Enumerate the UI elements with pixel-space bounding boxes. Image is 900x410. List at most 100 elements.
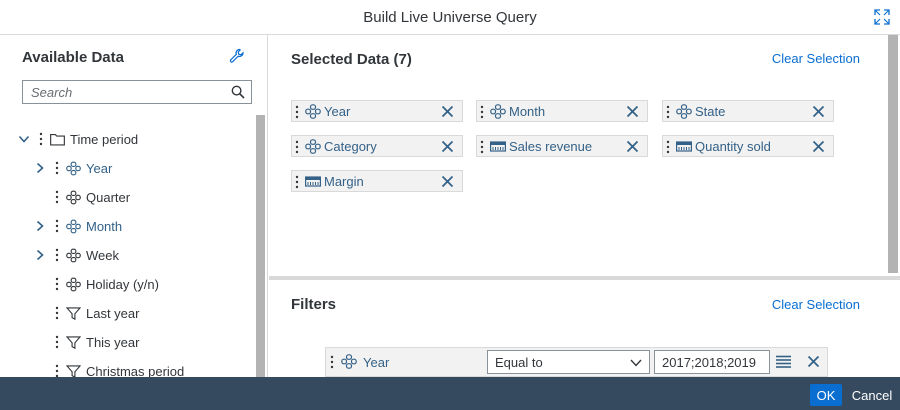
- filters-title: Filters: [291, 296, 337, 313]
- operator-value: Equal to: [495, 355, 543, 370]
- measure-icon: [305, 176, 321, 187]
- dimension-icon: [305, 139, 321, 154]
- tree-item-label: Holiday (y/n): [86, 277, 159, 292]
- drag-handle-icon[interactable]: [480, 105, 484, 119]
- dialog-title: Build Live Universe Query: [363, 8, 537, 26]
- clear-filters-link[interactable]: Clear Selection: [772, 297, 860, 312]
- available-data-panel: Available Data Time period Year Quarter Mon…: [0, 35, 268, 377]
- tree-item-label: Week: [86, 248, 119, 263]
- dimension-icon: [305, 104, 321, 119]
- expand-icon[interactable]: [874, 9, 890, 25]
- tree-scrollbar-thumb[interactable]: [256, 115, 265, 377]
- tree-item[interactable]: Month: [0, 212, 255, 241]
- chevron-right-icon[interactable]: [34, 249, 46, 261]
- drag-handle-icon[interactable]: [295, 175, 299, 189]
- remove-chip-icon[interactable]: [812, 105, 825, 118]
- drag-handle-icon[interactable]: [55, 219, 59, 233]
- tree-item-label: Last year: [86, 306, 140, 321]
- drag-handle-icon[interactable]: [295, 105, 299, 119]
- tree-item[interactable]: Quarter: [0, 183, 255, 212]
- tree-item[interactable]: Year: [0, 154, 255, 183]
- selected-chip[interactable]: Category: [291, 135, 463, 157]
- tree-item-label: Time period: [70, 132, 139, 147]
- chip-label: State: [695, 104, 726, 119]
- selected-chip[interactable]: Month: [476, 100, 648, 122]
- filter-icon: [66, 307, 81, 321]
- selected-scrollbar-thumb[interactable]: [888, 35, 898, 273]
- tree-item-label: Quarter: [86, 190, 131, 205]
- filters-panel: Filters Clear Selection Year Equal to: [269, 280, 900, 377]
- selected-chip[interactable]: Margin: [291, 170, 463, 192]
- drag-handle-icon[interactable]: [55, 306, 59, 320]
- clear-selection-link[interactable]: Clear Selection: [772, 51, 860, 66]
- remove-chip-icon[interactable]: [441, 105, 454, 118]
- dimension-icon: [676, 104, 692, 119]
- filter-icon: [66, 365, 81, 377]
- drag-handle-icon[interactable]: [55, 190, 59, 204]
- chip-label: Year: [324, 104, 351, 119]
- wrench-icon[interactable]: [229, 48, 245, 64]
- folder-icon: [50, 133, 65, 146]
- tree-item[interactable]: Holiday (y/n): [0, 270, 255, 299]
- drag-handle-icon[interactable]: [480, 140, 484, 154]
- measure-icon: [490, 141, 506, 152]
- drag-handle-icon[interactable]: [295, 140, 299, 154]
- filter-value-input[interactable]: [654, 350, 770, 374]
- tree-item-label: Christmas period: [86, 364, 185, 377]
- drag-handle-icon[interactable]: [55, 161, 59, 175]
- available-data-title: Available Data: [22, 49, 124, 66]
- drag-handle-icon[interactable]: [55, 364, 59, 377]
- dialog-header: Build Live Universe Query: [0, 0, 900, 35]
- chevron-right-icon[interactable]: [34, 162, 46, 174]
- drag-handle-icon[interactable]: [666, 105, 670, 119]
- ok-button[interactable]: OK: [810, 384, 842, 406]
- selected-data-panel: Selected Data (7) Clear Selection Year Mo…: [269, 35, 900, 276]
- dimension-icon: [66, 219, 81, 234]
- remove-chip-icon[interactable]: [626, 105, 639, 118]
- tree-item[interactable]: Last year: [0, 299, 255, 328]
- search-icon[interactable]: [231, 85, 245, 99]
- chip-label: Month: [509, 104, 546, 119]
- tree-item[interactable]: This year: [0, 328, 255, 357]
- chevron-down-icon[interactable]: [18, 133, 30, 145]
- remove-chip-icon[interactable]: [441, 140, 454, 153]
- tree-item[interactable]: Week: [0, 241, 255, 270]
- dialog-footer: OK Cancel: [0, 377, 900, 410]
- remove-chip-icon[interactable]: [812, 140, 825, 153]
- drag-handle-icon[interactable]: [55, 335, 59, 349]
- search-box: [22, 80, 252, 104]
- chevron-right-icon[interactable]: [34, 220, 46, 232]
- chip-label: Category: [324, 139, 377, 154]
- remove-chip-icon[interactable]: [626, 140, 639, 153]
- build-query-dialog: Build Live Universe Query Available Data…: [0, 0, 900, 410]
- selected-chip[interactable]: Quantity sold: [662, 135, 834, 157]
- data-tree: Time period Year Quarter Month Week Holiday (…: [0, 125, 255, 377]
- dimension-icon: [490, 104, 506, 119]
- operator-select[interactable]: Equal to: [487, 350, 650, 374]
- selected-chip[interactable]: Year: [291, 100, 463, 122]
- drag-handle-icon[interactable]: [55, 277, 59, 291]
- chevron-down-icon: [630, 359, 642, 367]
- drag-handle-icon[interactable]: [39, 132, 43, 146]
- drag-handle-icon[interactable]: [666, 140, 670, 154]
- dimension-icon: [66, 190, 81, 205]
- tree-item-label: Month: [86, 219, 123, 234]
- tree-item[interactable]: Christmas period: [0, 357, 255, 377]
- remove-filter-icon[interactable]: [807, 355, 820, 368]
- cancel-button[interactable]: Cancel: [848, 384, 896, 406]
- dimension-icon: [66, 277, 81, 292]
- selected-chip[interactable]: State: [662, 100, 834, 122]
- chip-label: Sales revenue: [509, 139, 593, 154]
- filter-field-label: Year: [363, 355, 390, 370]
- list-values-icon[interactable]: [776, 355, 791, 368]
- drag-handle-icon[interactable]: [55, 248, 59, 262]
- drag-handle-icon[interactable]: [330, 355, 334, 369]
- chip-label: Margin: [324, 174, 364, 189]
- tree-item-label: This year: [86, 335, 140, 350]
- filter-icon: [66, 336, 81, 350]
- selected-chip[interactable]: Sales revenue: [476, 135, 648, 157]
- search-input[interactable]: [23, 81, 227, 103]
- remove-chip-icon[interactable]: [441, 175, 454, 188]
- dimension-icon: [341, 354, 357, 369]
- tree-item[interactable]: Time period: [0, 125, 255, 154]
